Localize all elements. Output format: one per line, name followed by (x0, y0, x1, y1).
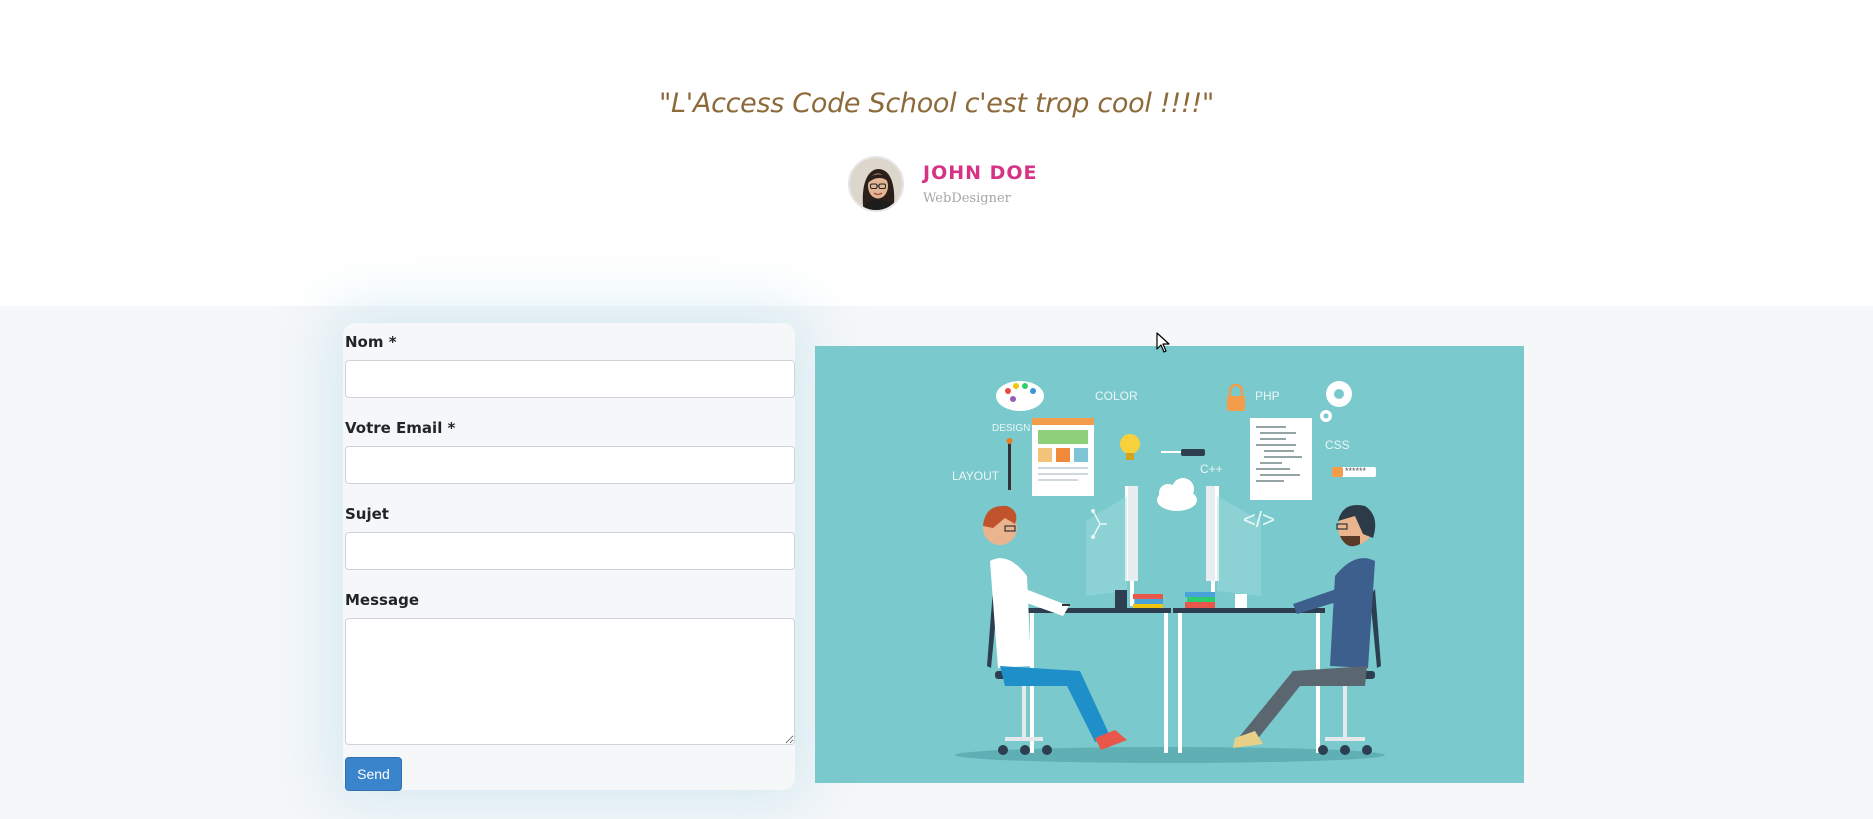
usb-icon (1181, 449, 1205, 456)
name-field[interactable] (345, 360, 795, 398)
illustration-label-php: PHP (1255, 389, 1280, 403)
illustration-label-code-tag: </> (1243, 507, 1275, 532)
illustration-label-cpp: C++ (1200, 462, 1223, 476)
email-field[interactable] (345, 446, 795, 484)
message-field[interactable] (345, 618, 795, 745)
contact-form: Nom * Votre Email * Sujet Message Send (343, 323, 795, 791)
avatar-portrait-icon (850, 158, 902, 210)
illustration-label-css: CSS (1325, 438, 1350, 452)
testimonial-section: "L'Access Code School c'est trop cool !!… (0, 0, 1873, 306)
developers-illustration: COLOR DESIGN LAYOUT PHP CSS C++ </> ****… (815, 346, 1524, 783)
testimonial-quote: "L'Access Code School c'est trop cool !!… (658, 88, 1215, 119)
contact-section: Nom * Votre Email * Sujet Message Send C… (0, 306, 1873, 819)
monitor-left (1086, 486, 1138, 606)
author-text: JOHN DOE WebDesigner (923, 162, 1038, 206)
developers-illustration-art (955, 381, 1385, 763)
name-label: Nom * (345, 333, 397, 351)
avatar (848, 156, 904, 212)
illustration-label-password: ****** (1345, 466, 1367, 476)
illustration-label-design: DESIGN (992, 423, 1031, 434)
send-button[interactable]: Send (345, 757, 402, 791)
email-label: Votre Email * (345, 419, 456, 437)
brush-icon (1008, 442, 1011, 490)
subject-field[interactable] (345, 532, 795, 570)
palette-icon (996, 381, 1044, 411)
illustration-label-color: COLOR (1095, 389, 1138, 403)
subject-label: Sujet (345, 505, 389, 523)
design-document-icon (1032, 418, 1094, 496)
author-name: JOHN DOE (923, 162, 1038, 184)
gear-icon (1320, 381, 1352, 422)
author-role: WebDesigner (923, 191, 1011, 206)
code-document-icon (1250, 418, 1312, 500)
lightbulb-icon (1120, 434, 1140, 460)
cloud-icon (1157, 478, 1197, 511)
message-label: Message (345, 591, 419, 609)
monitor-right (1206, 486, 1261, 606)
lock-icon (1227, 383, 1245, 411)
mouse-pointer-icon (1156, 332, 1170, 353)
illustration-label-layout: LAYOUT (952, 469, 1000, 483)
testimonial-author: JOHN DOE WebDesigner (848, 156, 1038, 212)
